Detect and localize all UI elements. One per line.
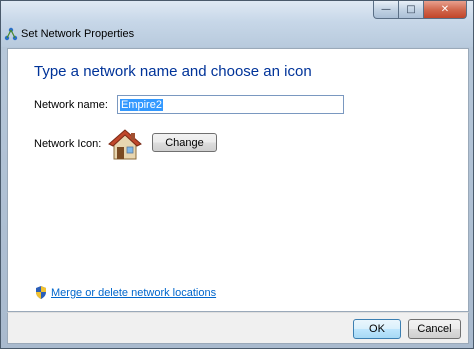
- network-name-input[interactable]: Empire2: [117, 95, 344, 114]
- page-title: Type a network name and choose an icon: [34, 63, 312, 80]
- ok-button[interactable]: OK: [353, 319, 401, 339]
- shield-icon: [36, 286, 46, 299]
- cancel-button-label: Cancel: [417, 323, 452, 335]
- change-button[interactable]: Change: [152, 133, 217, 152]
- ok-button-label: OK: [369, 323, 385, 335]
- change-button-label: Change: [165, 136, 204, 149]
- dialog-footer: OK Cancel: [7, 312, 469, 344]
- network-name-label: Network name:: [34, 99, 108, 111]
- merge-network-locations-link[interactable]: Merge or delete network locations: [51, 287, 216, 299]
- dialog-window: Set Network Properties — □ ✕ Type a netw…: [0, 0, 474, 349]
- close-button[interactable]: ✕: [424, 1, 467, 19]
- window-title: Set Network Properties: [21, 28, 135, 40]
- maximize-button[interactable]: □: [399, 1, 424, 19]
- title-bar[interactable]: Set Network Properties — □ ✕: [1, 1, 473, 47]
- minimize-button[interactable]: —: [373, 1, 399, 19]
- close-icon: ✕: [440, 4, 450, 15]
- network-icon-label: Network Icon:: [34, 138, 102, 150]
- network-name-value: Empire2: [120, 99, 163, 111]
- cancel-button[interactable]: Cancel: [408, 319, 461, 339]
- dialog-content: Type a network name and choose an icon N…: [7, 48, 469, 312]
- maximize-icon: □: [406, 4, 416, 15]
- network-icon: [4, 27, 18, 41]
- house-icon: [108, 129, 142, 160]
- window-controls: — □ ✕: [373, 1, 467, 19]
- minimize-icon: —: [381, 4, 391, 15]
